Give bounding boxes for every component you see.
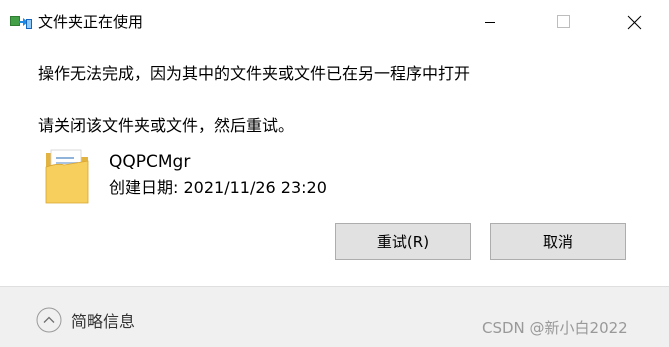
chevron-up-icon [36, 307, 62, 333]
retry-button[interactable]: 重试(R) [335, 223, 471, 260]
minimize-button[interactable] [467, 0, 513, 44]
file-move-icon [10, 16, 32, 29]
maximize-button[interactable] [540, 0, 586, 44]
minimize-icon [485, 22, 495, 23]
dialog-footer: 简略信息 CSDN @新小白2022 [0, 286, 669, 347]
cancel-button[interactable]: 取消 [490, 223, 626, 260]
file-name: QQPCMgr [109, 152, 191, 172]
maximize-icon [557, 15, 570, 28]
error-message: 操作无法完成，因为其中的文件夹或文件已在另一程序中打开 [38, 64, 471, 83]
title-bar: 文件夹正在使用 [0, 0, 669, 44]
close-button[interactable] [612, 0, 658, 44]
folder-icon [45, 149, 89, 204]
details-toggle[interactable]: 简略信息 [36, 305, 135, 335]
details-label: 简略信息 [71, 312, 136, 331]
watermark-text: CSDN @新小白2022 [482, 319, 628, 337]
file-created-date: 创建日期: 2021/11/26 23:20 [109, 178, 327, 197]
window-title: 文件夹正在使用 [38, 13, 144, 31]
instruction-message: 请关闭该文件夹或文件，然后重试。 [38, 116, 295, 135]
close-icon [627, 15, 642, 30]
